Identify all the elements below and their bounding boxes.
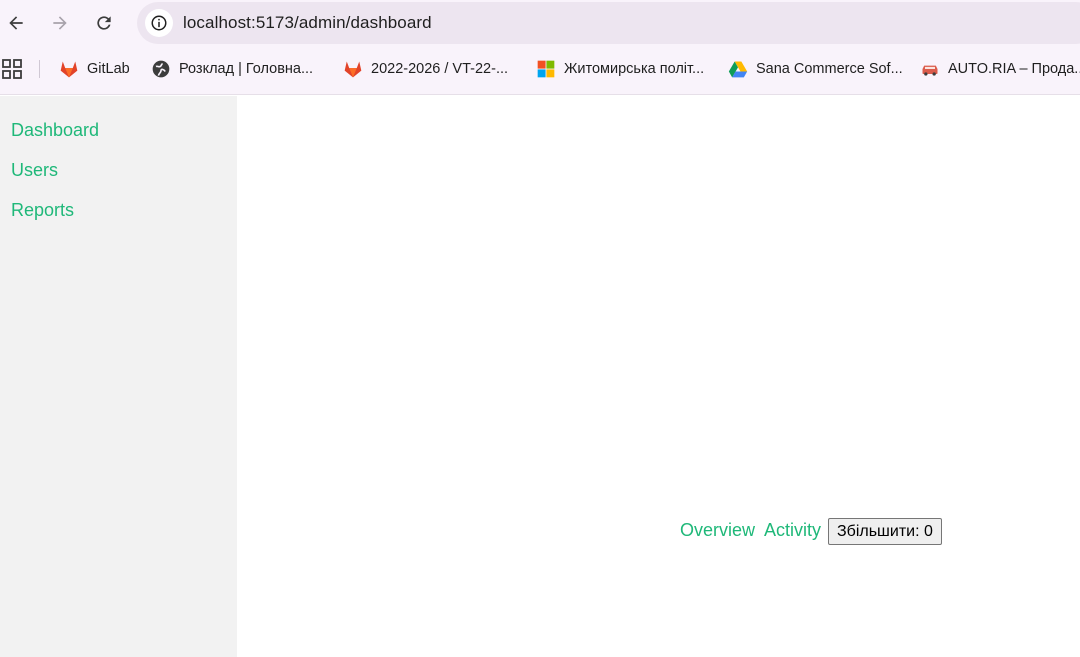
google-drive-icon <box>728 61 748 78</box>
gitlab-icon <box>344 61 362 78</box>
bookmark-zhytomyr[interactable]: Житомирська політ... <box>536 57 704 81</box>
bookmarks-separator <box>39 60 40 78</box>
sidebar: Dashboard Users Reports <box>0 96 237 657</box>
forward-button[interactable] <box>44 7 76 39</box>
info-icon <box>151 15 167 31</box>
bookmark-label: 2022-2026 / VT-22-... <box>371 61 509 77</box>
overview-link[interactable]: Overview <box>680 520 755 541</box>
bookmark-label: Житомирська політ... <box>564 61 705 77</box>
reload-button[interactable] <box>88 7 120 39</box>
bookmark-label: Sana Commerce Sof... <box>756 61 903 77</box>
gitlab-icon <box>60 61 78 78</box>
bookmark-sana[interactable]: Sana Commerce Sof... <box>728 57 903 81</box>
arrow-right-icon <box>53 16 67 30</box>
sidebar-item-dashboard[interactable]: Dashboard <box>11 120 99 141</box>
bookmark-gitlab[interactable]: GitLab <box>59 57 130 81</box>
car-icon <box>922 65 938 76</box>
bookmark-vt22[interactable]: 2022-2026 / VT-22-... <box>343 57 508 81</box>
bookmark-rozklad[interactable]: Розклад | Головна... <box>151 57 313 81</box>
main-content: Overview Activity Збільшити: 0 <box>237 96 1080 657</box>
bookmark-label: GitLab <box>87 61 130 77</box>
increment-button[interactable]: Збільшити: 0 <box>828 518 942 545</box>
arrow-left-icon <box>9 16 23 30</box>
apps-grid-icon[interactable] <box>2 59 22 79</box>
bookmarks-bar: GitLab Розклад | Головна... 2022-2026 / … <box>0 52 1080 86</box>
sidebar-item-users[interactable]: Users <box>11 160 58 181</box>
reload-icon <box>97 16 111 30</box>
site-info-button[interactable] <box>145 9 173 37</box>
browser-toolbar: localhost:5173/admin/dashboard <box>0 0 1080 46</box>
globe-icon <box>152 60 170 78</box>
sidebar-item-reports[interactable]: Reports <box>11 200 74 221</box>
bookmark-autoria[interactable]: AUTO.RIA – Прода... <box>920 57 1080 81</box>
back-button[interactable] <box>0 7 32 39</box>
address-bar[interactable]: localhost:5173/admin/dashboard <box>137 2 1080 44</box>
bookmark-label: Розклад | Головна... <box>179 61 314 77</box>
microsoft-icon <box>537 60 555 78</box>
browser-chrome: localhost:5173/admin/dashboard GitLab Ро… <box>0 0 1080 95</box>
bookmark-label: AUTO.RIA – Прода... <box>948 61 1080 77</box>
activity-link[interactable]: Activity <box>764 520 821 541</box>
url-text[interactable]: localhost:5173/admin/dashboard <box>183 13 432 33</box>
